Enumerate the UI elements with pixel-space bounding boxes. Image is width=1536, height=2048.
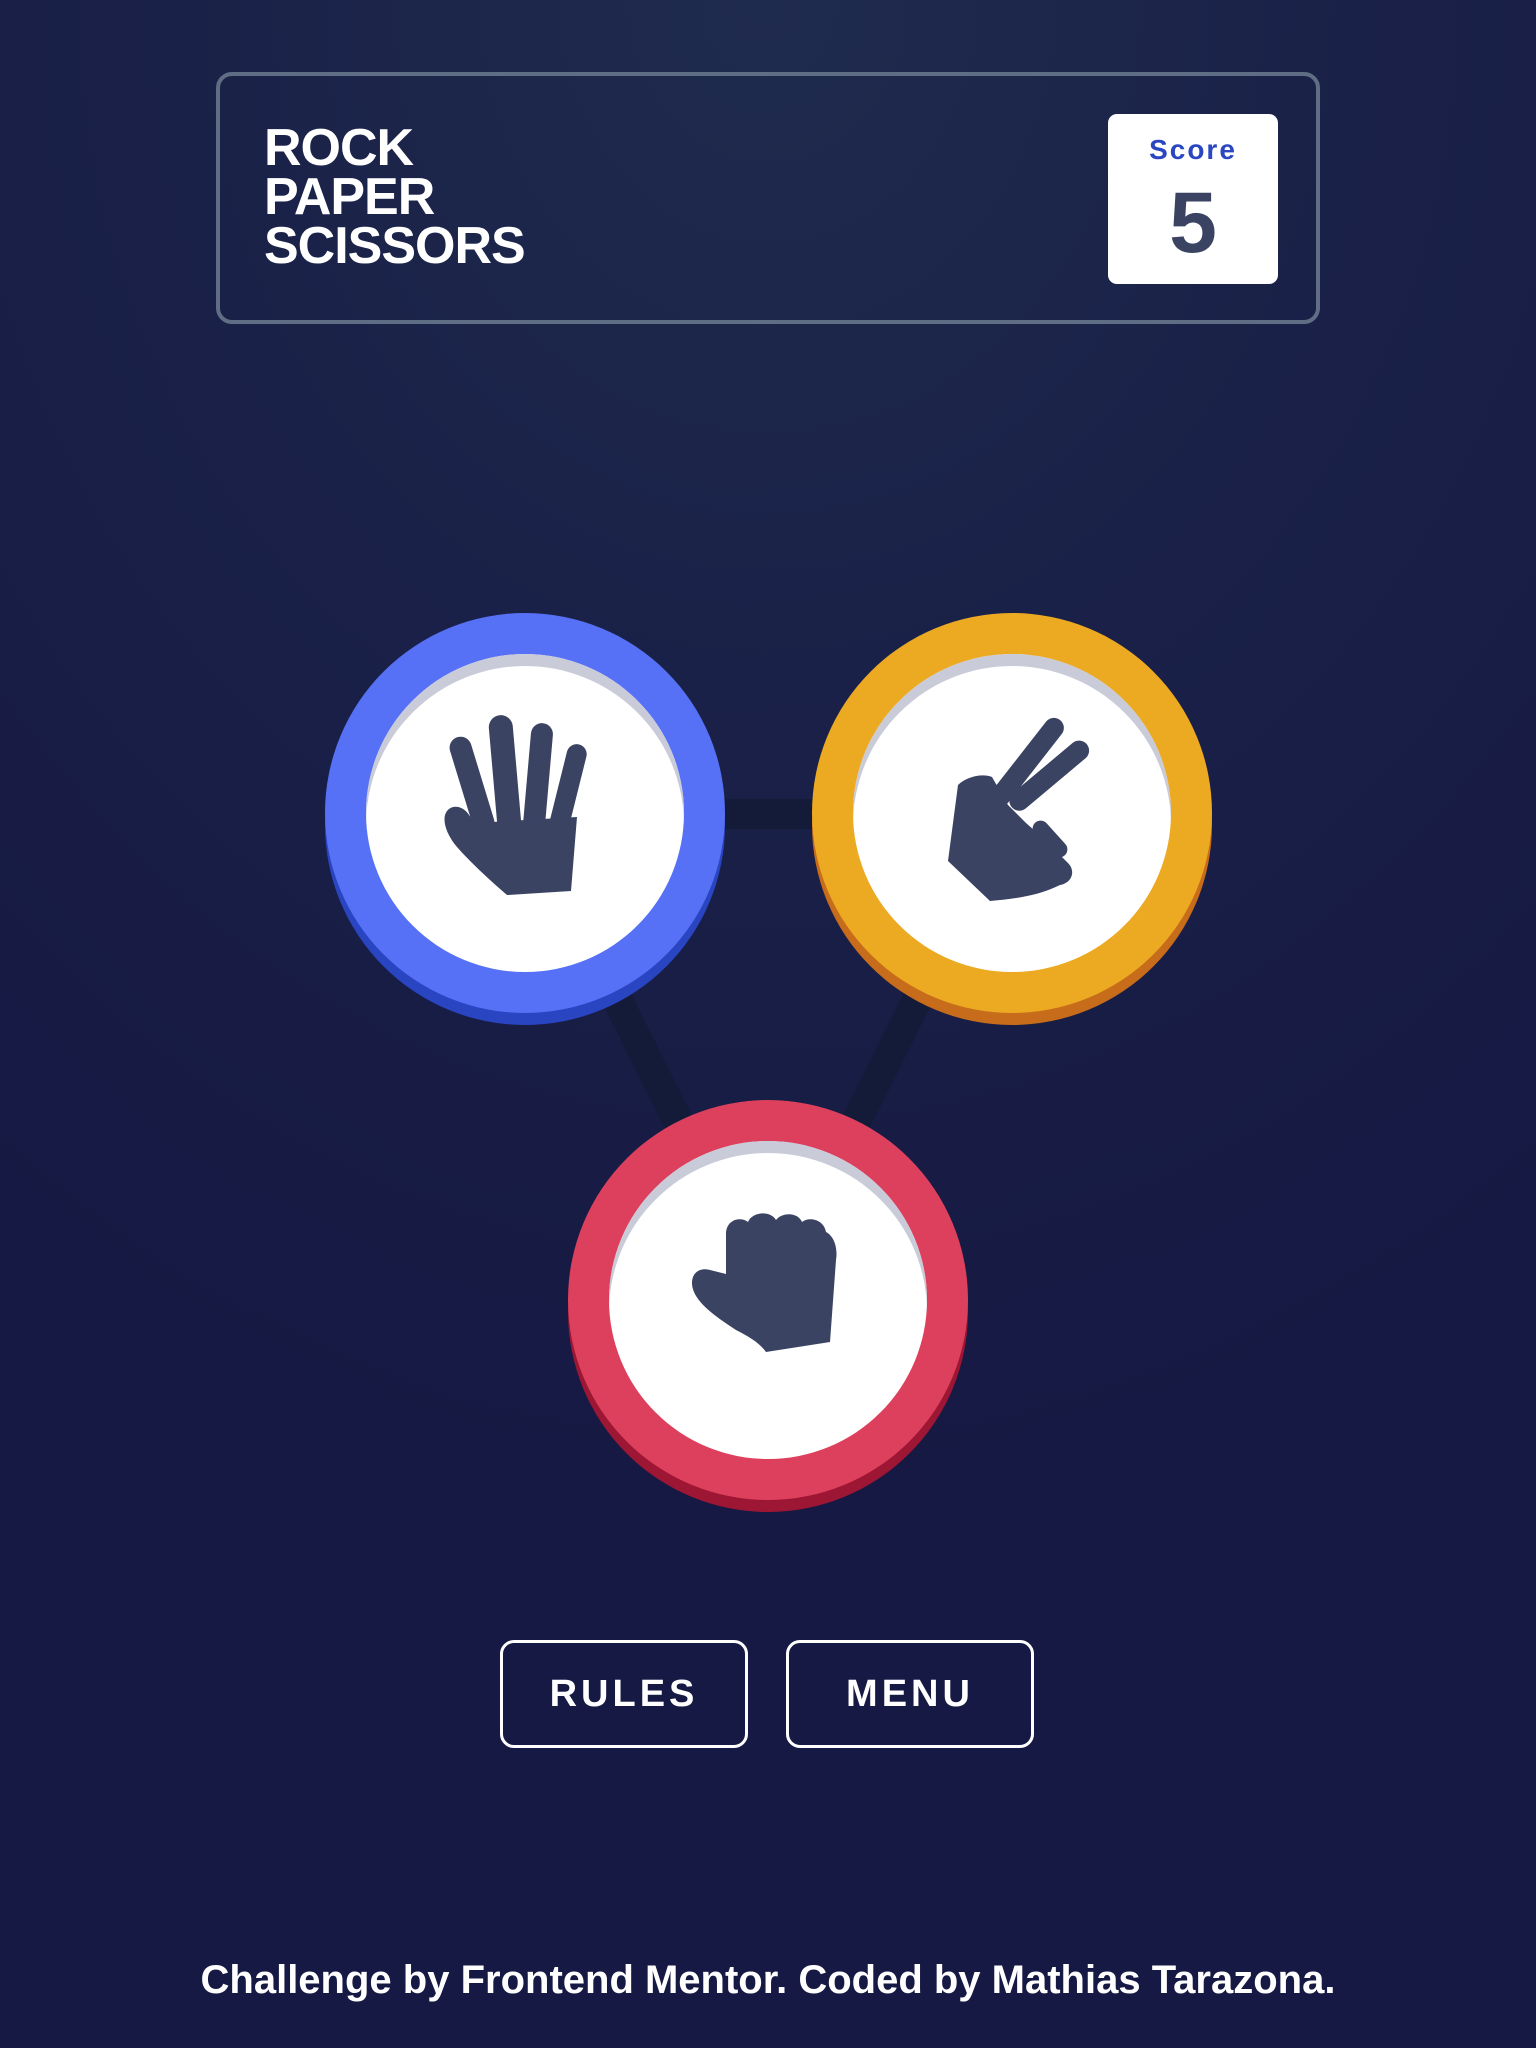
menu-button[interactable]: MENU xyxy=(786,1640,1034,1748)
score-box: Score 5 xyxy=(1108,114,1278,284)
game-title: Rock Paper Scissors xyxy=(264,119,664,275)
paper-hand-icon xyxy=(444,715,587,895)
rock-choice-button[interactable] xyxy=(568,1100,968,1512)
score-value: 5 xyxy=(1169,175,1217,271)
rules-button[interactable]: RULES xyxy=(500,1640,748,1748)
title-line-rock: Rock xyxy=(264,119,414,177)
scissors-choice-button[interactable] xyxy=(812,613,1212,1025)
attribution-footer: Challenge by Frontend Mentor. Coded by M… xyxy=(200,1958,1336,2002)
game-header: Rock Paper Scissors Score 5 xyxy=(216,72,1320,324)
title-line-scissors: Scissors xyxy=(264,217,526,275)
scissors-hand-icon xyxy=(948,717,1090,901)
rock-fist-icon xyxy=(691,1213,837,1352)
title-line-paper: Paper xyxy=(264,168,435,226)
score-label: Score xyxy=(1149,134,1237,165)
paper-choice-button[interactable] xyxy=(325,613,725,1025)
